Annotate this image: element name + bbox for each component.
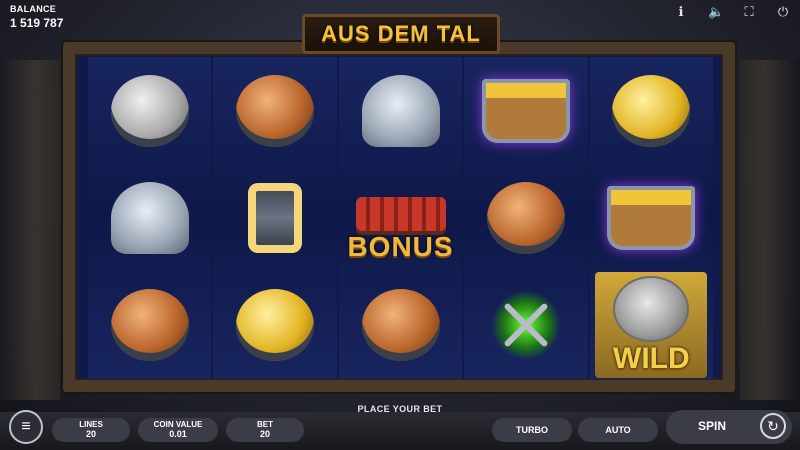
bonus-symbol-text: BONUS <box>347 230 454 262</box>
background-rock-left <box>0 60 60 400</box>
copper-ore-symbol <box>236 74 315 147</box>
copper-ore-symbol <box>361 289 440 362</box>
gold-ore-symbol <box>612 74 691 147</box>
reel-cell <box>464 272 587 379</box>
reel-cell <box>213 57 336 164</box>
game-logo-text: AUS DEM TAL <box>321 21 481 46</box>
coin-value-selector[interactable]: COIN VALUE 0.01 <box>138 418 218 442</box>
gold-ore-symbol <box>236 289 315 362</box>
reel-cell: WILD <box>590 272 713 379</box>
background-rock-right <box>740 60 800 400</box>
wild-symbol: WILD <box>595 272 708 379</box>
hamburger-icon: ≡ <box>21 418 31 435</box>
crossed-pickaxes-symbol <box>490 290 561 361</box>
top-toolbar: ℹ 🔈 ⛶ ⏻ <box>674 4 790 20</box>
reel-4 <box>464 57 588 379</box>
balance-value: 1 519 787 <box>10 16 64 30</box>
bet-label: BET <box>257 420 273 429</box>
coin-value-label: COIN VALUE <box>153 420 203 429</box>
lines-selector[interactable]: LINES 20 <box>52 418 130 442</box>
spin-icon: ↻ <box>760 413 786 439</box>
lantern-symbol <box>248 182 303 253</box>
silver-coin-icon <box>613 276 690 343</box>
reel-2 <box>213 57 337 379</box>
reels-grid: BONUS WILD <box>88 57 714 379</box>
dynamite-icon <box>355 196 446 235</box>
bet-selector[interactable]: BET 20 <box>226 418 304 442</box>
coin-value-value: 0.01 <box>169 429 187 439</box>
bonus-symbol: BONUS <box>345 173 457 263</box>
info-icon[interactable]: ℹ <box>674 4 688 20</box>
reel-cell <box>88 272 211 379</box>
copper-ore-symbol <box>110 289 189 362</box>
lines-label: LINES <box>79 420 103 429</box>
settings-icon[interactable]: ⛶ <box>742 4 756 20</box>
reel-cell <box>339 57 462 164</box>
spin-button[interactable]: SPIN ↻ <box>666 410 792 444</box>
reel-cell <box>88 57 211 164</box>
gold-cart-symbol <box>607 185 696 250</box>
reel-3: BONUS <box>338 57 463 379</box>
reel-cell <box>213 164 336 271</box>
wild-symbol-text: WILD <box>613 342 690 376</box>
reel-cell <box>590 164 713 271</box>
reel-cell <box>88 164 211 271</box>
reel-cell <box>464 164 587 271</box>
auto-button[interactable]: AUTO <box>578 418 658 442</box>
miner-helmet-symbol <box>361 74 440 147</box>
lines-value: 20 <box>85 429 96 439</box>
turbo-button[interactable]: TURBO <box>492 418 572 442</box>
miner-helmet-symbol <box>110 181 189 254</box>
volume-icon[interactable]: 🔈 <box>708 4 724 20</box>
copper-ore-symbol <box>486 181 565 254</box>
game-logo: AUS DEM TAL <box>302 14 500 54</box>
reel-5: WILD <box>589 57 714 379</box>
spin-label: SPIN <box>698 419 727 433</box>
menu-button[interactable]: ≡ <box>9 410 43 444</box>
power-icon[interactable]: ⏻ <box>776 4 790 20</box>
reel-1 <box>88 57 212 379</box>
balance-label: BALANCE <box>10 4 57 14</box>
reel-cell <box>464 57 587 164</box>
reel-cell <box>339 272 462 379</box>
reel-cell <box>590 57 713 164</box>
gold-cart-symbol <box>481 78 570 143</box>
reel-cell <box>213 272 336 379</box>
silver-ore-symbol <box>110 74 189 147</box>
balance-display: BALANCE 1 519 787 <box>10 4 63 30</box>
bet-value: 20 <box>259 429 270 439</box>
reel-cell: BONUS <box>339 164 462 271</box>
